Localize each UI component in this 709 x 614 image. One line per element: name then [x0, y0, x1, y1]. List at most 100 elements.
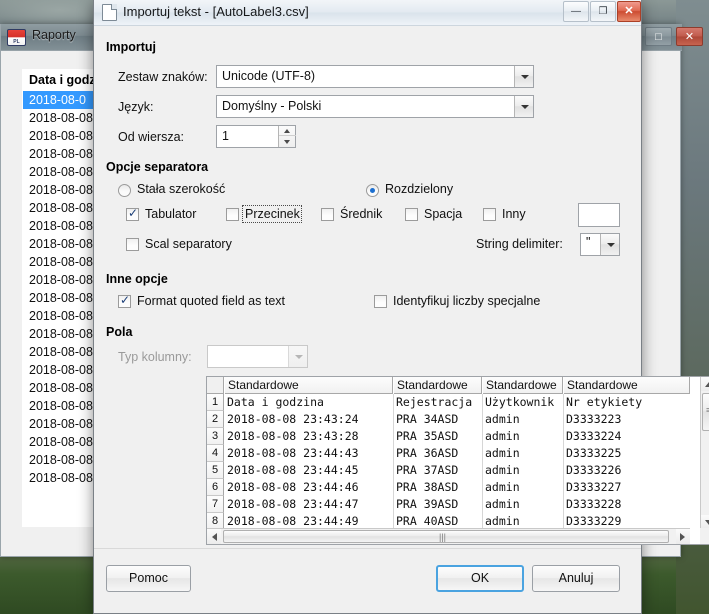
- from-row-label: Od wiersza:: [118, 130, 184, 144]
- chevron-down-icon[interactable]: [514, 96, 533, 117]
- import-group-title: Importuj: [106, 40, 156, 54]
- fixed-width-radio[interactable]: [118, 184, 131, 197]
- preview-vertical-scrollbar[interactable]: ≡: [700, 377, 709, 529]
- string-delimiter-combo[interactable]: ": [580, 233, 620, 256]
- language-combo[interactable]: Domyślny - Polski: [216, 95, 534, 118]
- preview-cell: D3333228: [566, 497, 622, 511]
- other-separator-input[interactable]: [578, 203, 620, 227]
- preview-column-header[interactable]: Standardowe: [483, 377, 563, 394]
- column-type-label: Typ kolumny:: [118, 350, 192, 364]
- preview-column-header[interactable]: Standardowe: [394, 377, 482, 394]
- dialog-titlebar[interactable]: Importuj tekst - [AutoLabel3.csv] — ❐ ✕: [94, 0, 641, 26]
- preview-header-row: Standardowe Standardowe Standardowe Standar…: [207, 377, 690, 394]
- space-checkbox[interactable]: [405, 208, 418, 221]
- column-type-combo[interactable]: [207, 345, 308, 368]
- separator-group-title: Opcje separatora: [106, 160, 209, 174]
- preview-row-number: 5: [207, 462, 224, 479]
- preview-row[interactable]: 5 2018-08-08 23:44:45 PRA 37ASD admin D33332…: [207, 462, 690, 479]
- spinner-up-icon[interactable]: [279, 126, 296, 136]
- cancel-button[interactable]: Anuluj: [532, 565, 620, 592]
- fixed-width-label[interactable]: Stała szerokość: [137, 182, 225, 196]
- preview-row-number: 2: [207, 411, 224, 428]
- comma-checkbox[interactable]: [226, 208, 239, 221]
- close-icon: ✕: [624, 5, 634, 17]
- scroll-down-icon[interactable]: [701, 515, 709, 529]
- close-button[interactable]: ✕: [617, 1, 641, 22]
- preview-row[interactable]: 7 2018-08-08 23:44:47 PRA 39ASD admin D33332…: [207, 496, 690, 513]
- preview-cell: PRA 39ASD: [396, 497, 459, 511]
- scroll-up-icon[interactable]: [701, 377, 709, 391]
- scroll-right-icon[interactable]: [676, 529, 690, 544]
- preview-hscroll-thumb[interactable]: |||: [223, 530, 669, 543]
- chevron-down-icon[interactable]: [514, 66, 533, 87]
- preview-horizontal-scrollbar[interactable]: |||: [207, 528, 690, 544]
- semicolon-label[interactable]: Średnik: [340, 207, 382, 221]
- tab-label[interactable]: Tabulator: [145, 207, 196, 221]
- document-icon: [102, 4, 117, 21]
- comma-label[interactable]: Przecinek: [245, 207, 300, 221]
- other-label[interactable]: Inny: [502, 207, 526, 221]
- preview-column-header[interactable]: Standardowe: [225, 377, 393, 394]
- scroll-left-icon[interactable]: [207, 529, 221, 544]
- preview-cell: admin: [485, 429, 520, 443]
- preview-vscroll-thumb[interactable]: ≡: [702, 393, 709, 431]
- preview-cell: PRA 37ASD: [396, 463, 459, 477]
- preview-cell: D3333229: [566, 514, 622, 528]
- language-label: Język:: [118, 100, 154, 114]
- pl-flag-icon: PL: [7, 29, 26, 46]
- close-icon: ✕: [684, 31, 695, 43]
- from-row-spinner[interactable]: 1: [216, 125, 296, 148]
- detect-special-numbers-checkbox[interactable]: [374, 295, 387, 308]
- preview-row[interactable]: 1 Data i godzina Rejestracja Użytkownik Nr e…: [207, 394, 690, 411]
- preview-row-number: 1: [207, 394, 224, 411]
- help-button[interactable]: Pomoc: [106, 565, 191, 592]
- background-close-button[interactable]: ✕: [676, 27, 703, 46]
- preview-column-header[interactable]: Standardowe: [564, 377, 690, 394]
- merge-separators-checkbox[interactable]: [126, 238, 139, 251]
- quoted-as-text-label[interactable]: Format quoted field as text: [137, 294, 285, 308]
- charset-combo[interactable]: Unicode (UTF-8): [216, 65, 534, 88]
- preview-row-number: 4: [207, 445, 224, 462]
- string-delimiter-value: ": [586, 235, 591, 249]
- charset-label: Zestaw znaków:: [118, 70, 208, 84]
- semicolon-checkbox[interactable]: [321, 208, 334, 221]
- background-maximize-button[interactable]: □: [645, 27, 672, 46]
- preview-cell: Rejestracja: [396, 395, 473, 409]
- tab-checkbox[interactable]: [126, 206, 139, 221]
- preview-cell: D3333226: [566, 463, 622, 477]
- preview-cell: admin: [485, 412, 520, 426]
- preview-cell: 2018-08-08 23:43:28: [227, 429, 359, 443]
- preview-cell: D3333227: [566, 480, 622, 494]
- preview-row[interactable]: 3 2018-08-08 23:43:28 PRA 35ASD admin D33332…: [207, 428, 690, 445]
- other-checkbox[interactable]: [483, 208, 496, 221]
- spinner-down-icon[interactable]: [279, 137, 296, 147]
- preview-row[interactable]: 6 2018-08-08 23:44:46 PRA 38ASD admin D33332…: [207, 479, 690, 496]
- separated-radio[interactable]: [366, 184, 379, 197]
- preview-cell: Nr etykiety: [566, 395, 643, 409]
- preview-corner-cell: [207, 377, 224, 394]
- from-row-spin-buttons[interactable]: [278, 126, 296, 147]
- maximize-icon: ❐: [598, 6, 608, 17]
- maximize-button[interactable]: ❐: [590, 1, 616, 22]
- preview-row-number: 8: [207, 513, 224, 529]
- space-label[interactable]: Spacja: [424, 207, 462, 221]
- ok-button[interactable]: OK: [436, 565, 524, 592]
- preview-grid-cells[interactable]: Standardowe Standardowe Standardowe Standar…: [207, 377, 690, 529]
- import-text-dialog[interactable]: Importuj tekst - [AutoLabel3.csv] — ❐ ✕ …: [93, 0, 709, 614]
- detect-special-numbers-label[interactable]: Identyfikuj liczby specjalne: [393, 294, 540, 308]
- dialog-footer-divider: [94, 548, 641, 549]
- preview-cell: PRA 35ASD: [396, 429, 459, 443]
- preview-row[interactable]: 8 2018-08-08 23:44:49 PRA 40ASD admin D33332…: [207, 513, 690, 529]
- preview-row[interactable]: 4 2018-08-08 23:44:43 PRA 36ASD admin D33332…: [207, 445, 690, 462]
- merge-separators-label[interactable]: Scal separatory: [145, 237, 232, 251]
- data-preview-grid[interactable]: Standardowe Standardowe Standardowe Standar…: [206, 376, 709, 545]
- preview-row-number: 7: [207, 496, 224, 513]
- chevron-down-icon[interactable]: [288, 346, 307, 367]
- charset-value: Unicode (UTF-8): [222, 69, 316, 83]
- quoted-as-text-checkbox[interactable]: [118, 293, 131, 308]
- chevron-down-icon[interactable]: [600, 234, 619, 255]
- separated-label[interactable]: Rozdzielony: [385, 182, 453, 196]
- minimize-button[interactable]: —: [563, 1, 589, 22]
- preview-row[interactable]: 2 2018-08-08 23:43:24 PRA 34ASD admin D33332…: [207, 411, 690, 428]
- from-row-value: 1: [222, 129, 229, 143]
